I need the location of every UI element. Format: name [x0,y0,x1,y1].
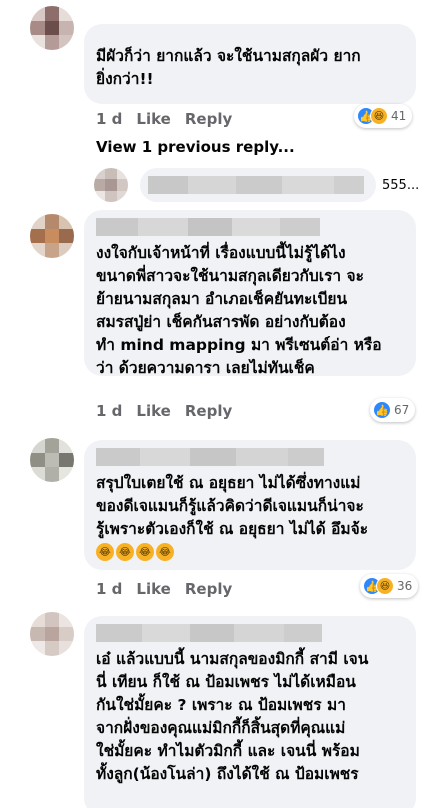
reply-button[interactable]: Reply [185,580,232,598]
comment-time[interactable]: 1 d [96,110,122,128]
reaction-summary[interactable]: 👍 😆 36 [360,574,419,598]
like-button[interactable]: Like [136,580,170,598]
reaction-summary[interactable]: 👍 😆 41 [354,104,413,128]
comment-bubble: เอ๋ แล้วแบบนี้ นามสกุลของมิกกี้ สามี เจน… [84,616,416,808]
comment-text: เอ๋ แล้วแบบนี้ นามสกุลของมิกกี้ สามี เจน… [96,650,369,783]
laughing-emoji-icon: 😂 [136,543,154,561]
like-button[interactable]: Like [136,402,170,420]
blurred-name [96,218,404,236]
avatar[interactable] [30,438,74,482]
reply-button[interactable]: Reply [185,110,232,128]
haha-reaction-icon: 😆 [376,577,394,595]
avatar[interactable] [30,612,74,656]
avatar[interactable] [30,214,74,258]
laughing-emoji-icon: 😂 [116,543,134,561]
like-reaction-icon: 👍 [373,401,391,419]
blurred-name [96,448,404,466]
reply-preview-text: 555... [382,178,420,193]
laughing-emoji-icon: 😂 [96,543,114,561]
comment-text: สรุปใบเตยใช้ ณ อยุธยา ไม่ได้ซึ่งทางแม่ ข… [96,474,369,538]
comment-bubble: สรุปใบเตยใช้ ณ อยุธยา ไม่ได้ซึ่งทางแม่ ข… [84,440,416,570]
comment-bubble: มีผัวก็ว่า ยากแล้ว จะใช้นามสกุลผัว ยาก ย… [84,24,416,104]
emoji-row: 😂 😂 😂 😂 [96,543,404,561]
comment-time[interactable]: 1 d [96,580,122,598]
blurred-name [148,176,368,194]
comment-actions: 1 d Like Reply [96,402,232,420]
comment-time[interactable]: 1 d [96,402,122,420]
haha-reaction-icon: 😆 [370,107,388,125]
comment-text: งงใจกับเจ้าหน้าที่ เรื่องแบบนี้ไม่รู้ได้… [96,244,382,377]
comment-actions: 1 d Like Reply [96,110,232,128]
avatar[interactable] [94,168,128,202]
comment-actions: 1 d Like Reply [96,580,232,598]
like-button[interactable]: Like [136,110,170,128]
comment-text: มีผัวก็ว่า ยากแล้ว จะใช้นามสกุลผัว ยาก ย… [96,47,361,88]
reply-button[interactable]: Reply [185,402,232,420]
reaction-count: 67 [394,403,410,417]
view-previous-replies-link[interactable]: View 1 previous reply... [96,138,295,156]
laughing-emoji-icon: 😂 [156,543,174,561]
reaction-summary[interactable]: 👍 67 [370,398,416,422]
reaction-count: 36 [397,579,413,593]
reaction-count: 41 [391,109,407,123]
reply-preview-bubble[interactable] [140,168,376,202]
blurred-name [96,624,404,642]
avatar[interactable] [30,6,74,50]
comment-bubble: งงใจกับเจ้าหน้าที่ เรื่องแบบนี้ไม่รู้ได้… [84,210,416,377]
